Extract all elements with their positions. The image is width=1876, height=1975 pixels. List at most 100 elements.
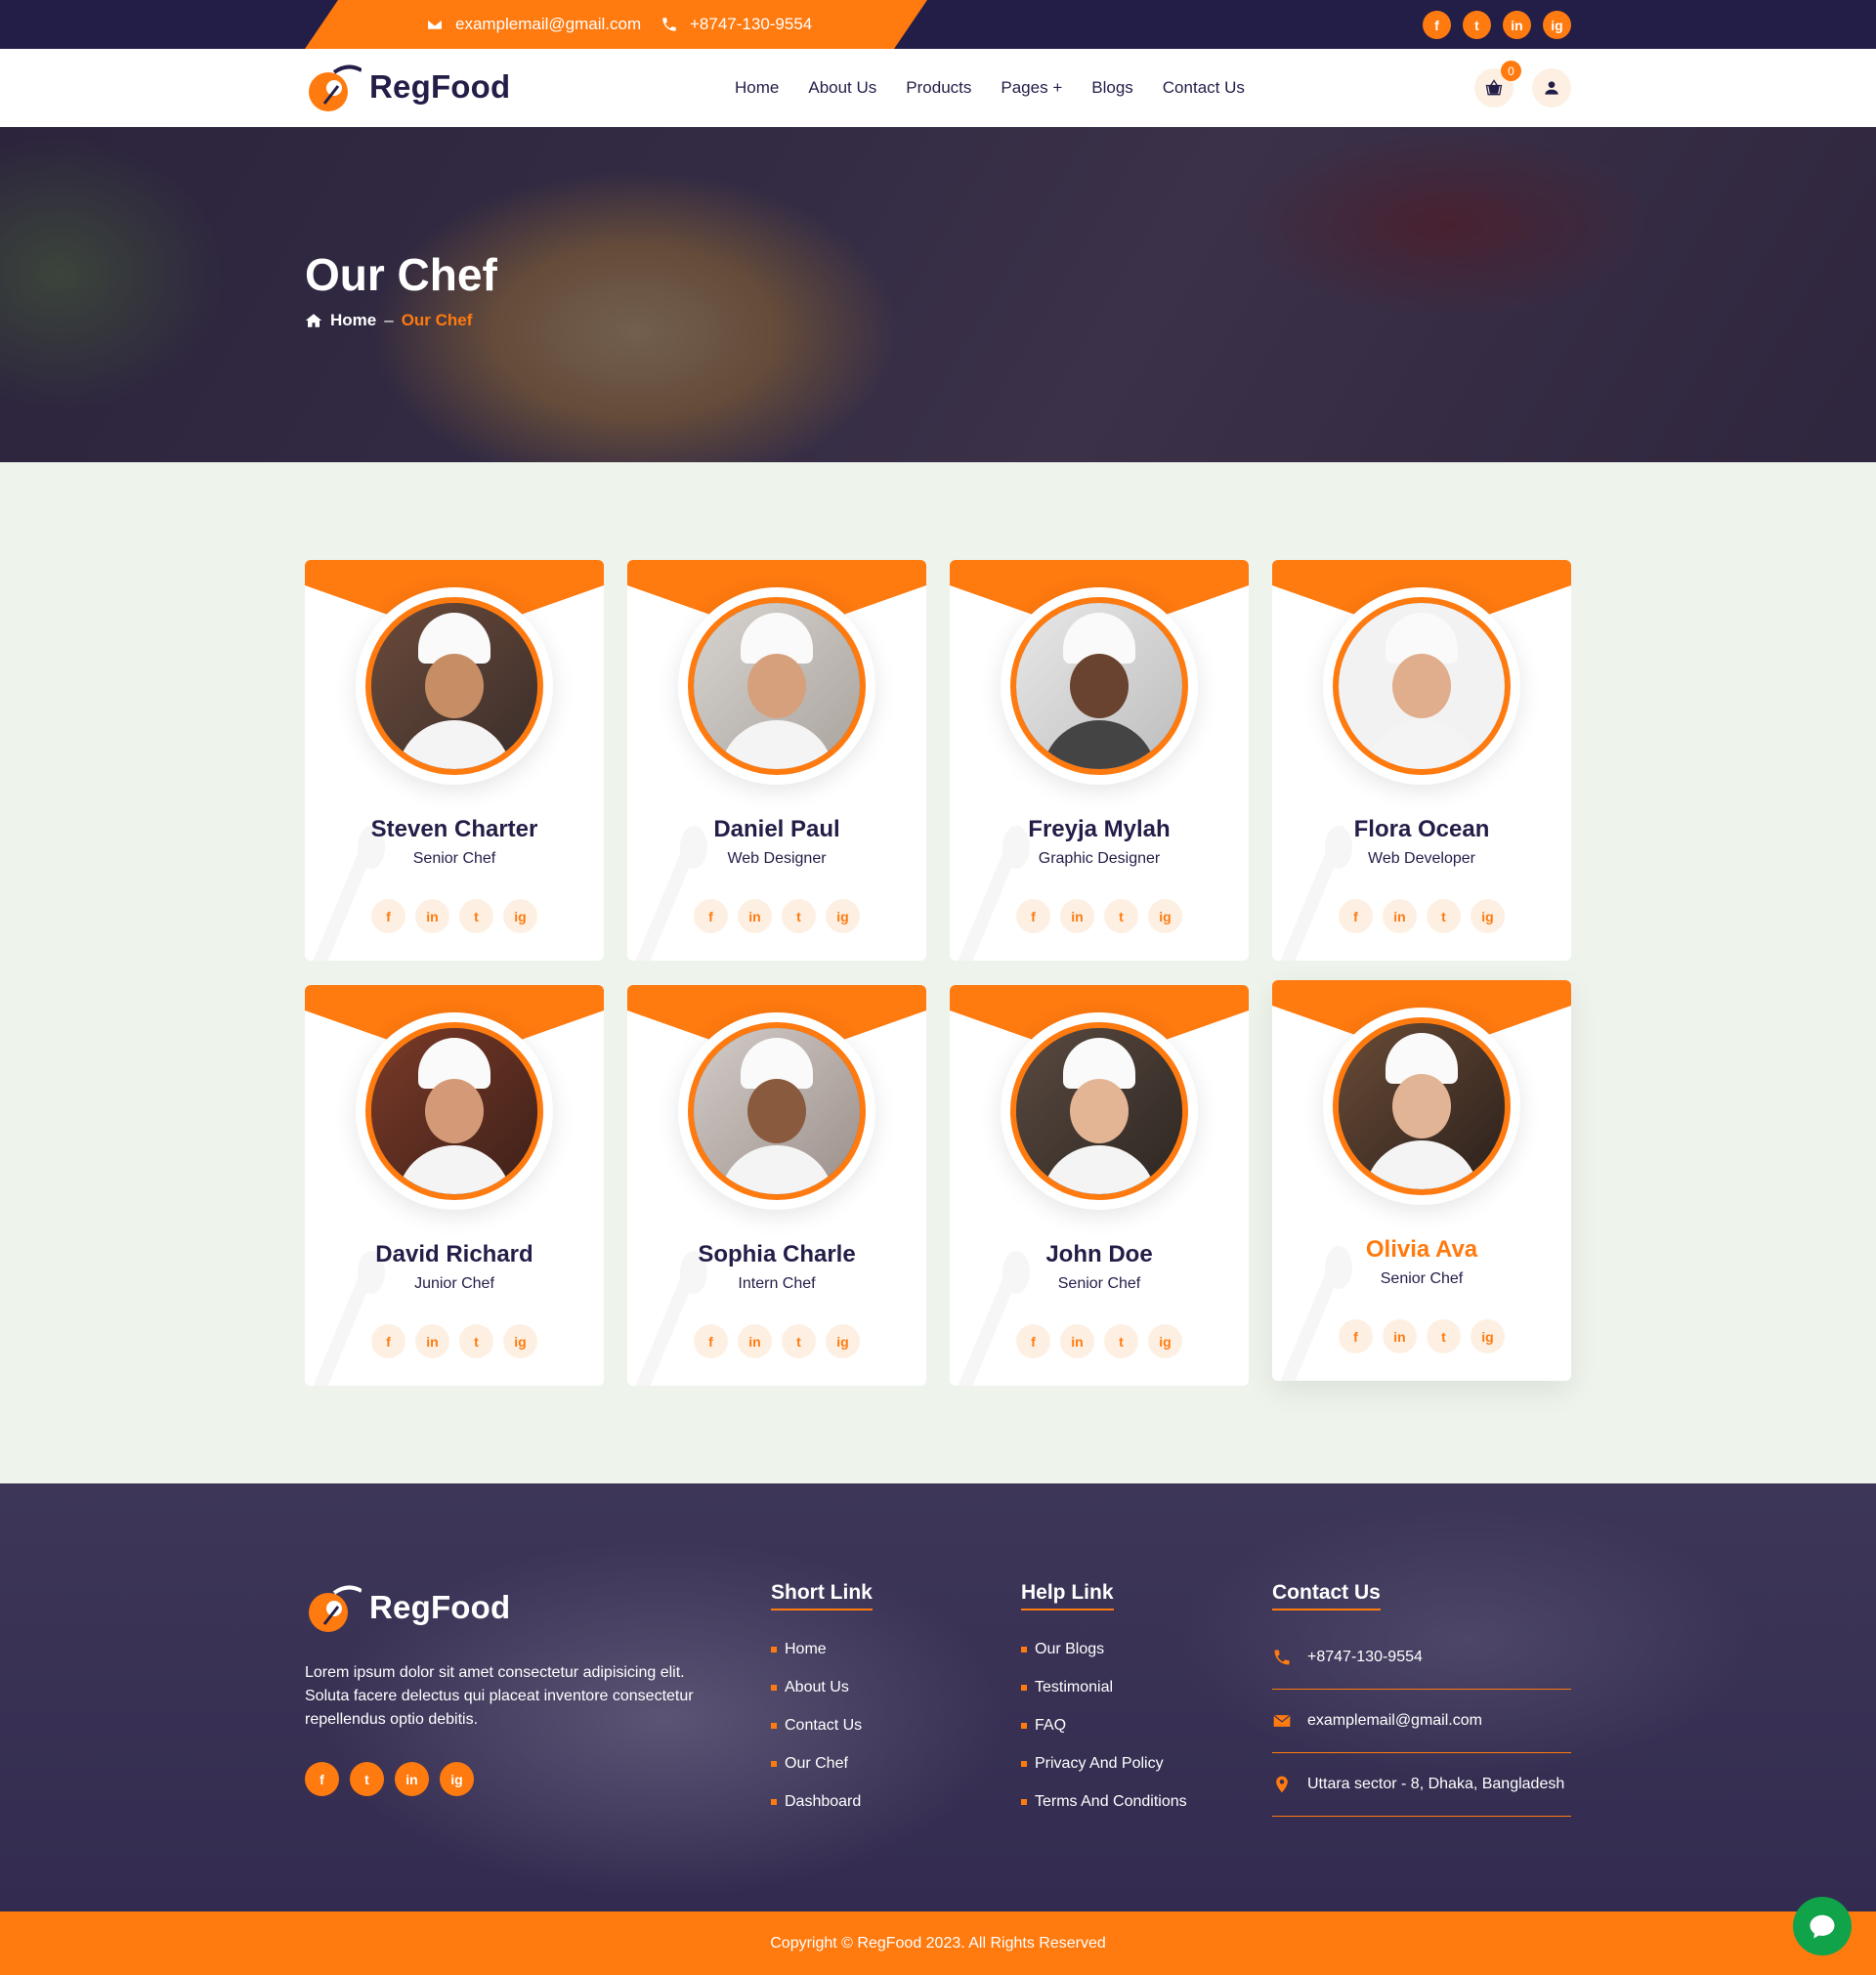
linkedin-icon[interactable]: in bbox=[1383, 1319, 1417, 1353]
breadcrumb: Home – Our Chef bbox=[305, 311, 472, 330]
nav-blogs[interactable]: Blogs bbox=[1091, 78, 1133, 98]
nav-about[interactable]: About Us bbox=[808, 78, 876, 98]
chef-card[interactable]: Flora Ocean Web Developer f in t ig bbox=[1272, 560, 1571, 961]
footer-link-terms[interactable]: Terms And Conditions bbox=[1021, 1782, 1187, 1821]
instagram-icon[interactable]: ig bbox=[1148, 899, 1182, 933]
nav-home[interactable]: Home bbox=[735, 78, 779, 98]
linkedin-icon[interactable]: in bbox=[1060, 1324, 1094, 1358]
footer-link-testimonial[interactable]: Testimonial bbox=[1021, 1668, 1187, 1706]
top-email[interactable]: examplemail@gmail.com bbox=[426, 0, 641, 49]
chef-photo-frame bbox=[356, 1012, 553, 1210]
linkedin-icon[interactable]: in bbox=[1060, 899, 1094, 933]
footer-link-home[interactable]: Home bbox=[771, 1630, 873, 1668]
chef-social-links: f in t ig bbox=[371, 899, 537, 933]
linkedin-icon[interactable]: in bbox=[395, 1762, 429, 1796]
facebook-icon[interactable]: f bbox=[305, 1762, 339, 1796]
chef-card-hovered[interactable]: Olivia Ava Senior Chef f in t ig bbox=[1272, 980, 1571, 1381]
top-bar: examplemail@gmail.com +8747-130-9554 f t… bbox=[0, 0, 1876, 49]
footer-logo[interactable]: RegFood bbox=[305, 1579, 510, 1636]
user-account-button[interactable] bbox=[1532, 68, 1571, 107]
instagram-icon[interactable]: ig bbox=[1543, 11, 1571, 39]
instagram-icon[interactable]: ig bbox=[826, 899, 860, 933]
footer-link-our-chef[interactable]: Our Chef bbox=[771, 1744, 873, 1782]
facebook-icon[interactable]: f bbox=[1016, 899, 1050, 933]
footer-link-faq[interactable]: FAQ bbox=[1021, 1706, 1187, 1744]
help-link-column: Help Link Our Blogs Testimonial FAQ Priv… bbox=[1021, 1581, 1187, 1821]
chef-photo-frame bbox=[1001, 1012, 1198, 1210]
nav-products[interactable]: Products bbox=[906, 78, 971, 98]
twitter-icon[interactable]: t bbox=[1463, 11, 1491, 39]
footer-link-privacy[interactable]: Privacy And Policy bbox=[1021, 1744, 1187, 1782]
chef-card[interactable]: Sophia Charle Intern Chef f in t ig bbox=[627, 985, 926, 1386]
facebook-icon[interactable]: f bbox=[694, 899, 728, 933]
chat-bubble-icon bbox=[1810, 1914, 1835, 1939]
twitter-icon[interactable]: t bbox=[459, 1324, 493, 1358]
instagram-icon[interactable]: ig bbox=[1471, 899, 1505, 933]
chef-name: Flora Ocean bbox=[1353, 816, 1490, 842]
brand-logo[interactable]: RegFood bbox=[305, 59, 510, 115]
instagram-icon[interactable]: ig bbox=[440, 1762, 474, 1796]
footer-social-links: f t in ig bbox=[305, 1762, 474, 1796]
footer-link-about[interactable]: About Us bbox=[771, 1668, 873, 1706]
linkedin-icon[interactable]: in bbox=[1383, 899, 1417, 933]
logo-mark-icon bbox=[305, 59, 362, 115]
contact-email[interactable]: examplemail@gmail.com bbox=[1272, 1690, 1571, 1753]
twitter-icon[interactable]: t bbox=[1427, 899, 1461, 933]
linkedin-icon[interactable]: in bbox=[738, 899, 772, 933]
footer-link-blogs[interactable]: Our Blogs bbox=[1021, 1630, 1187, 1668]
primary-menu: Home About Us Products Pages + Blogs Con… bbox=[735, 49, 1245, 127]
user-icon bbox=[1545, 81, 1558, 95]
instagram-icon[interactable]: ig bbox=[503, 899, 537, 933]
chef-role: Intern Chef bbox=[738, 1275, 816, 1292]
facebook-icon[interactable]: f bbox=[1339, 1319, 1373, 1353]
chef-card[interactable]: John Doe Senior Chef f in t ig bbox=[950, 985, 1249, 1386]
linkedin-icon[interactable]: in bbox=[415, 899, 449, 933]
chef-social-links: f in t ig bbox=[1339, 899, 1505, 933]
top-phone-text: +8747-130-9554 bbox=[690, 15, 813, 33]
cart-button[interactable]: 0 bbox=[1474, 61, 1521, 107]
facebook-icon[interactable]: f bbox=[1339, 899, 1373, 933]
chef-role: Senior Chef bbox=[1380, 1270, 1464, 1287]
twitter-icon[interactable]: t bbox=[350, 1762, 384, 1796]
chat-widget-button[interactable] bbox=[1793, 1897, 1852, 1955]
contact-phone[interactable]: +8747-130-9554 bbox=[1272, 1626, 1571, 1690]
instagram-icon[interactable]: ig bbox=[503, 1324, 537, 1358]
chef-photo bbox=[365, 597, 543, 775]
contact-heading: Contact Us bbox=[1272, 1581, 1381, 1610]
instagram-icon[interactable]: ig bbox=[1471, 1319, 1505, 1353]
twitter-icon[interactable]: t bbox=[1427, 1319, 1461, 1353]
footer-link-contact[interactable]: Contact Us bbox=[771, 1706, 873, 1744]
copyright-bar: Copyright © RegFood 2023. All Rights Res… bbox=[0, 1911, 1876, 1975]
page-banner: Our Chef Home – Our Chef bbox=[0, 127, 1876, 462]
facebook-icon[interactable]: f bbox=[694, 1324, 728, 1358]
facebook-icon[interactable]: f bbox=[371, 1324, 405, 1358]
facebook-icon[interactable]: f bbox=[1423, 11, 1451, 39]
twitter-icon[interactable]: t bbox=[782, 899, 816, 933]
chef-card[interactable]: Daniel Paul Web Designer f in t ig bbox=[627, 560, 926, 961]
footer-link-dashboard[interactable]: Dashboard bbox=[771, 1782, 873, 1821]
chef-card[interactable]: Steven Charter Senior Chef f in t ig bbox=[305, 560, 604, 961]
linkedin-icon[interactable]: in bbox=[738, 1324, 772, 1358]
chef-card[interactable]: David Richard Junior Chef f in t ig bbox=[305, 985, 604, 1386]
twitter-icon[interactable]: t bbox=[1104, 899, 1138, 933]
facebook-icon[interactable]: f bbox=[371, 899, 405, 933]
twitter-icon[interactable]: t bbox=[782, 1324, 816, 1358]
twitter-icon[interactable]: t bbox=[459, 899, 493, 933]
brand-name: RegFood bbox=[369, 68, 511, 105]
breadcrumb-home[interactable]: Home bbox=[330, 311, 376, 330]
twitter-icon[interactable]: t bbox=[1104, 1324, 1138, 1358]
top-phone[interactable]: +8747-130-9554 bbox=[661, 0, 812, 49]
chef-social-links: f in t ig bbox=[694, 1324, 860, 1358]
basket-icon bbox=[1485, 79, 1503, 96]
instagram-icon[interactable]: ig bbox=[826, 1324, 860, 1358]
chef-card[interactable]: Freyja Mylah Graphic Designer f in t ig bbox=[950, 560, 1249, 961]
envelope-icon bbox=[426, 19, 444, 30]
logo-mark-icon bbox=[305, 1579, 362, 1636]
linkedin-icon[interactable]: in bbox=[1503, 11, 1531, 39]
nav-pages[interactable]: Pages + bbox=[1001, 78, 1062, 98]
instagram-icon[interactable]: ig bbox=[1148, 1324, 1182, 1358]
linkedin-icon[interactable]: in bbox=[415, 1324, 449, 1358]
facebook-icon[interactable]: f bbox=[1016, 1324, 1050, 1358]
chef-social-links: f in t ig bbox=[1016, 899, 1182, 933]
nav-contact[interactable]: Contact Us bbox=[1163, 78, 1245, 98]
